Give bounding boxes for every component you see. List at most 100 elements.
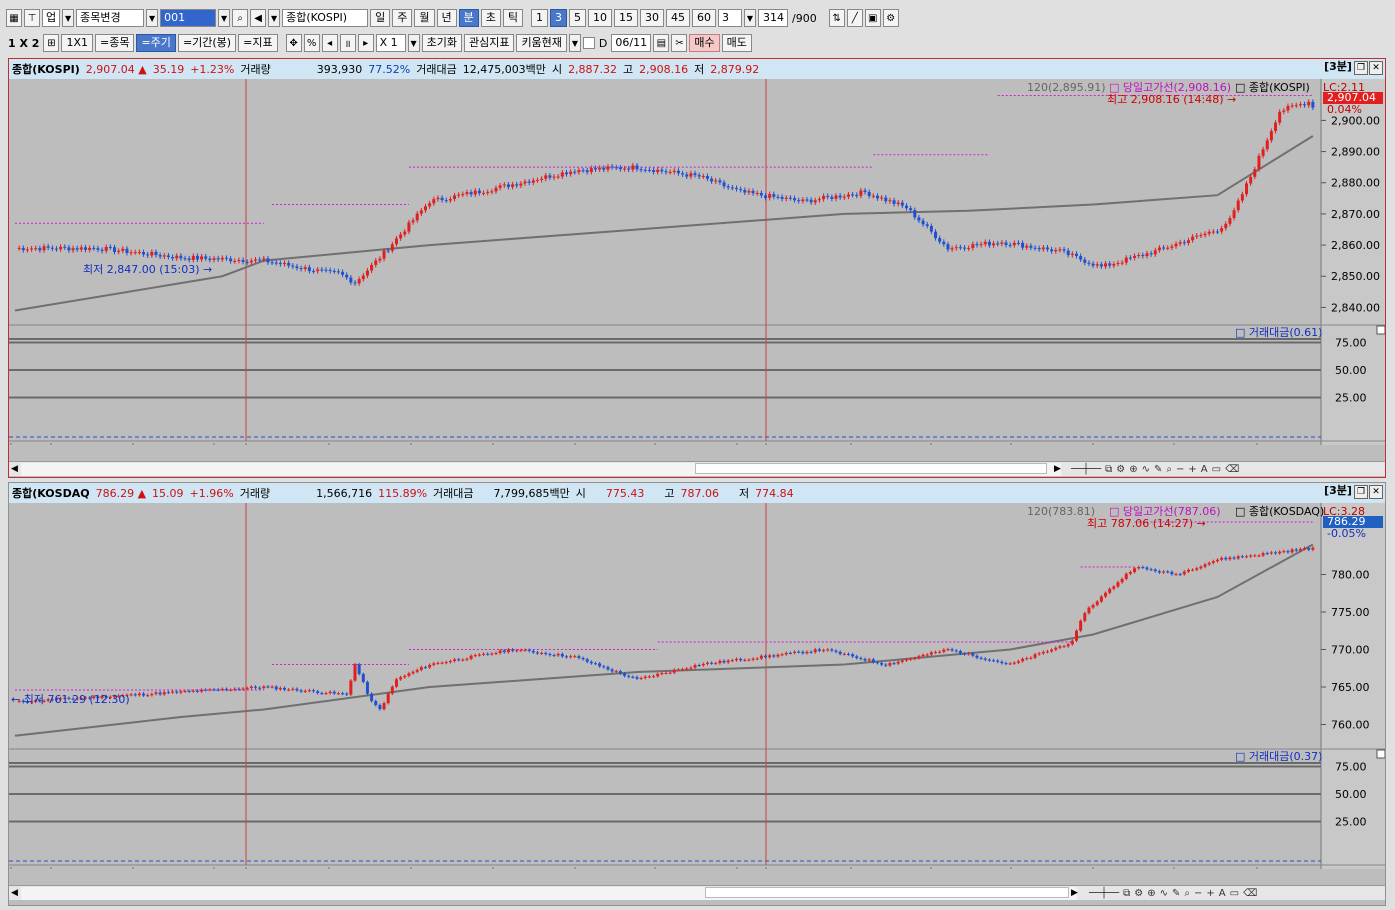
period-second[interactable]: 초 [480, 9, 501, 27]
prev-icon[interactable]: ◂ [321, 34, 338, 52]
interest-indicator-button[interactable]: 관심지표 [463, 34, 515, 52]
sync-range-button[interactable]: =기간(봉) [177, 34, 237, 52]
reset-button[interactable]: 초기화 [421, 34, 462, 52]
scroll-left-icon[interactable]: ◀ [11, 888, 18, 898]
pin-icon[interactable]: ⊤ [24, 9, 40, 27]
buy-button[interactable]: 매수 [689, 34, 720, 52]
slider-icon[interactable]: ──┼── [1089, 888, 1119, 899]
move-icon[interactable]: ✥ [285, 34, 302, 52]
minute-15[interactable]: 15 [614, 9, 638, 27]
chevron-down-icon[interactable]: ▼ [146, 9, 159, 27]
scroll-right-icon[interactable]: ▶ [1054, 464, 1061, 474]
minute-1[interactable]: 1 [531, 9, 548, 27]
kosdaq-scrollbar[interactable]: ◀ ▶ ──┼── ⧉ ⚙ ⊕ ∿ ✎ ⌕ − + A ▭ ⌫ [9, 885, 1385, 900]
crosshair-icon[interactable]: ⊕ [1129, 464, 1137, 475]
minute-3[interactable]: 3 [550, 9, 567, 27]
period-week[interactable]: 주 [392, 9, 413, 27]
candle-body [921, 220, 925, 225]
minus-icon[interactable]: − [1194, 888, 1202, 899]
sync-stock-button[interactable]: =종목 [95, 34, 135, 52]
scroll-left-icon[interactable]: ◀ [11, 464, 18, 474]
chart-tools[interactable]: ──┼── ⧉ ⚙ ⊕ ∿ ✎ ⌕ − + A ▭ ⌫ [1071, 464, 1239, 475]
period-minute[interactable]: 분 [458, 9, 479, 27]
minute-60[interactable]: 60 [692, 9, 716, 27]
copy-icon[interactable]: ⧉ [1105, 464, 1112, 475]
copy-icon[interactable]: ⧉ [1123, 888, 1130, 899]
minute-30[interactable]: 30 [640, 9, 664, 27]
box-icon[interactable]: ▭ [1230, 888, 1239, 899]
close-icon[interactable]: ✕ [1369, 61, 1383, 75]
restore-icon[interactable]: ❐ [1354, 61, 1368, 75]
close-icon[interactable]: ✕ [1369, 485, 1383, 499]
layout-icon[interactable]: ▦ [6, 9, 22, 27]
eraser-icon[interactable]: ⌫ [1225, 464, 1239, 475]
eraser-icon[interactable]: ⌫ [1243, 888, 1257, 899]
text-icon[interactable]: A [1201, 464, 1208, 475]
kiwoom-current-button[interactable]: 키움현재 [516, 34, 567, 52]
text-icon[interactable]: A [1219, 888, 1226, 899]
period-year[interactable]: 년 [436, 9, 457, 27]
next-icon[interactable]: ▸ [357, 34, 374, 52]
market-select[interactable]: 업 [42, 9, 61, 27]
speaker-icon[interactable]: ◀ [250, 9, 267, 27]
kosdaq-candle-chart[interactable]: 780.00 775.00 770.00 765.00 760.00 75.00 50.00… [9, 503, 1385, 869]
chevron-down-icon[interactable]: ▼ [62, 9, 75, 27]
zoom-select[interactable]: X 1 [375, 34, 406, 52]
calendar-icon[interactable]: ▤ [653, 34, 670, 52]
count-input[interactable]: 314 [758, 9, 788, 27]
plus-icon[interactable]: + [1206, 888, 1214, 899]
minute-5[interactable]: 5 [569, 9, 586, 27]
restore-icon[interactable]: ❐ [1354, 485, 1368, 499]
d-checkbox[interactable] [582, 37, 595, 49]
candle-body [341, 693, 345, 695]
chart-tools[interactable]: ──┼── ⧉ ⚙ ⊕ ∿ ✎ ⌕ − + A ▭ ⌫ [1089, 888, 1257, 899]
gear-icon[interactable]: ⚙ [882, 9, 899, 27]
box-icon[interactable]: ▭ [1212, 464, 1221, 475]
chart-tool-icon[interactable]: ⇅ [828, 9, 845, 27]
pause-icon[interactable]: ॥ [339, 34, 356, 52]
line-chart-icon[interactable]: ╱ [846, 9, 863, 27]
code-input[interactable]: 001 [160, 9, 217, 27]
date-input[interactable]: 06/11 [611, 34, 652, 52]
chevron-down-icon[interactable]: ▼ [407, 34, 420, 52]
layout-1x2[interactable]: 1 X 2 [6, 37, 41, 50]
scroll-right-icon[interactable]: ▶ [1071, 888, 1078, 898]
minute-input[interactable]: 3 [718, 9, 742, 27]
scroll-thumb[interactable] [705, 887, 1069, 898]
chevron-down-icon[interactable]: ▼ [268, 9, 281, 27]
minus-icon[interactable]: − [1176, 464, 1184, 475]
scissors-icon[interactable]: ✂ [671, 34, 688, 52]
crosshair-icon[interactable]: ⊕ [1147, 888, 1155, 899]
save-icon[interactable]: ▣ [864, 9, 881, 27]
sync-period-button[interactable]: =주기 [136, 34, 176, 52]
chevron-down-icon[interactable]: ▼ [744, 9, 756, 27]
sell-button[interactable]: 매도 [721, 34, 752, 52]
scroll-thumb[interactable] [695, 463, 1047, 474]
minute-45[interactable]: 45 [666, 9, 690, 27]
draw-icon[interactable]: ✎ [1154, 464, 1162, 475]
minute-10[interactable]: 10 [588, 9, 612, 27]
sync-indicator-button[interactable]: =지표 [238, 34, 278, 52]
search-icon[interactable]: ⌕ [232, 9, 249, 27]
period-day[interactable]: 일 [370, 9, 391, 27]
trend-icon[interactable]: ∿ [1142, 464, 1150, 475]
draw-icon[interactable]: ✎ [1172, 888, 1180, 899]
plus-icon[interactable]: + [1188, 464, 1196, 475]
zoom-icon[interactable]: ⌕ [1166, 464, 1172, 475]
kospi-scrollbar[interactable]: ◀ ▶ ──┼── ⧉ ⚙ ⊕ ∿ ✎ ⌕ − + A ▭ ⌫ [9, 461, 1385, 476]
chevron-down-icon[interactable]: ▼ [218, 9, 231, 27]
period-month[interactable]: 월 [414, 9, 435, 27]
period-tick[interactable]: 틱 [502, 9, 523, 27]
candle-body [349, 277, 353, 283]
grid-icon[interactable]: ⊞ [43, 34, 60, 52]
trend-icon[interactable]: ∿ [1160, 888, 1168, 899]
gear-icon[interactable]: ⚙ [1134, 888, 1143, 899]
zoom-icon[interactable]: ⌕ [1184, 888, 1190, 899]
stock-mode-select[interactable]: 종목변경 [76, 9, 145, 27]
chevron-down-icon[interactable]: ▼ [568, 34, 581, 52]
gear-icon[interactable]: ⚙ [1116, 464, 1125, 475]
layout-1x1-button[interactable]: 1X1 [61, 34, 93, 52]
percent-button[interactable]: % [303, 34, 320, 52]
slider-icon[interactable]: ──┼── [1071, 464, 1101, 475]
kospi-candle-chart[interactable]: 2,900.00 2,890.00 2,880.00 2,870.00 2,860.00… [9, 79, 1385, 445]
